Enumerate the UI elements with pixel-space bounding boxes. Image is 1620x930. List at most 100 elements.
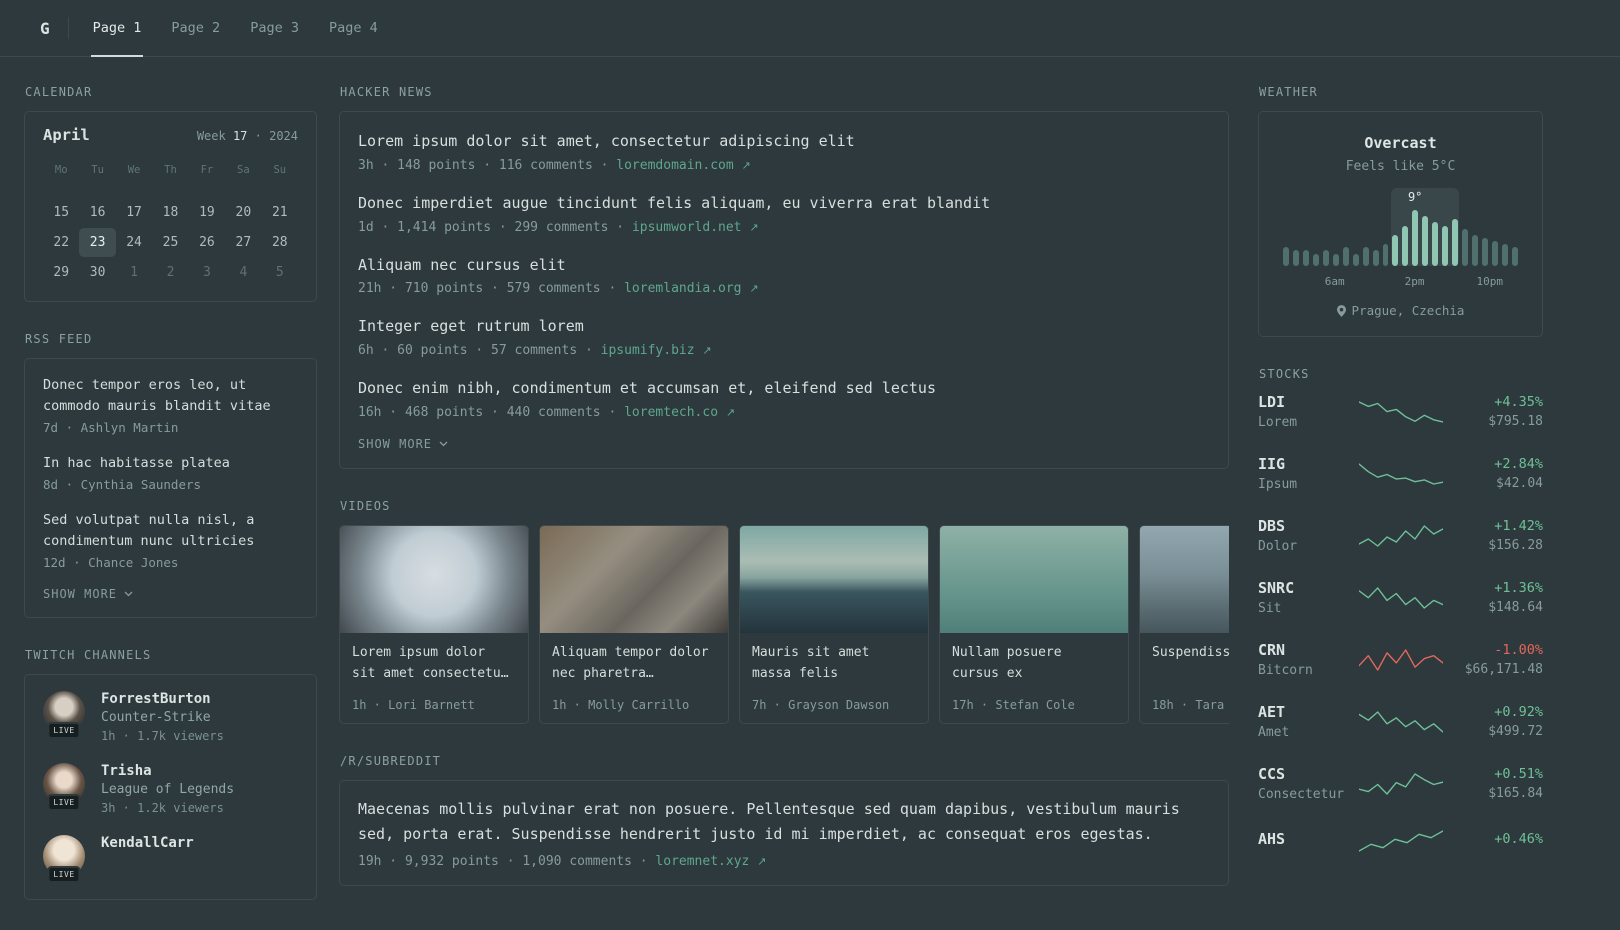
top-nav: G Page 1 Page 2 Page 3 Page 4	[0, 0, 1620, 57]
twitch-channel-info: Trisha League of Legends 3h · 1.2k viewe…	[101, 763, 234, 815]
stock-row[interactable]: DBS Dolor +1.42% $156.28	[1258, 517, 1543, 554]
calendar-day: 4	[239, 265, 248, 280]
video-card[interactable]: Mauris sit amet massa felis 7h · Grayson…	[739, 524, 929, 724]
rss-item-title[interactable]: In hac habitasse platea	[43, 453, 298, 474]
stock-sparkline	[1354, 646, 1447, 674]
hn-item-meta: 1d · 1,414 points · 299 comments · ipsum…	[358, 220, 1210, 235]
video-card[interactable]: Suspendisse diam 18h · Tara	[1139, 524, 1229, 724]
nav-tab-page-1[interactable]: Page 1	[90, 0, 144, 57]
hn-show-more-button[interactable]: SHOW MORE	[358, 437, 448, 451]
stock-row[interactable]: CRN Bitcorn -1.00% $66,171.48	[1258, 641, 1543, 678]
stock-row[interactable]: LDI Lorem +4.35% $795.18	[1258, 393, 1543, 430]
twitch-channel-name[interactable]: Trisha	[101, 763, 234, 779]
weather-bar	[1302, 250, 1309, 266]
stock-info: LDI Lorem	[1258, 393, 1354, 430]
calendar-day-header: Su	[273, 164, 287, 176]
calendar-day: 28	[271, 235, 288, 250]
video-title[interactable]: Lorem ipsum dolor sit amet consectetu…	[352, 643, 516, 692]
hn-domain-link[interactable]: loremtech.co	[624, 405, 718, 420]
weather-widget-header: WEATHER	[1259, 85, 1318, 99]
nav-tab-page-4[interactable]: Page 4	[327, 0, 380, 56]
twitch-avatar-wrap: LIVE	[43, 762, 87, 811]
hn-item-meta: 6h · 60 points · 57 comments · ipsumify.…	[358, 343, 1210, 358]
hn-domain-link[interactable]: loremlandia.org	[624, 281, 741, 296]
app-logo[interactable]: G	[40, 19, 50, 38]
weather-bar	[1442, 225, 1449, 266]
hn-item: Lorem ipsum dolor sit amet, consectetur …	[358, 131, 1210, 173]
nav-tab-page-2[interactable]: Page 2	[169, 0, 222, 56]
calendar-day: 22	[53, 235, 70, 250]
twitch-channel-name[interactable]: KendallCarr	[101, 835, 194, 851]
stock-price: $499.72	[1488, 724, 1543, 739]
hn-item-title[interactable]: Aliquam nec cursus elit	[358, 255, 1210, 277]
video-title[interactable]: Aliquam tempor dolor nec pharetra…	[552, 643, 716, 692]
twitch-channel-info: ForrestBurton Counter-Strike 1h · 1.7k v…	[101, 691, 224, 743]
hn-meta-text: 1d · 1,414 points · 299 comments ·	[358, 219, 625, 235]
hn-domain-link[interactable]: ipsumify.biz	[601, 343, 695, 358]
video-card[interactable]: Aliquam tempor dolor nec pharetra… 1h · …	[539, 524, 729, 724]
video-title[interactable]: Suspendisse diam	[1152, 643, 1229, 692]
video-card[interactable]: Nullam posuere cursus ex 17h · Stefan Co…	[939, 524, 1129, 724]
video-thumbnail[interactable]	[740, 525, 928, 633]
subreddit-domain-link[interactable]: loremnet.xyz	[655, 854, 749, 869]
hn-item-title[interactable]: Donec enim nibh, condimentum et accumsan…	[358, 378, 1210, 400]
video-meta: 17h · Stefan Cole	[952, 697, 1075, 712]
subreddit-post-title[interactable]: Maecenas mollis pulvinar erat non posuer…	[358, 797, 1210, 847]
hn-item-title[interactable]: Lorem ipsum dolor sit amet, consectetur …	[358, 131, 1210, 153]
twitch-channel-row[interactable]: LIVE Trisha League of Legends 3h · 1.2k …	[43, 762, 298, 815]
weather-time-label: 2pm	[1404, 275, 1425, 288]
weather-peak-label: 9°	[1407, 190, 1423, 204]
video-thumbnail[interactable]	[540, 525, 728, 633]
twitch-channel-row[interactable]: LIVE KendallCarr	[43, 834, 298, 883]
weather-bar	[1362, 247, 1369, 266]
calendar-day-header: Th	[164, 164, 177, 176]
calendar-day: 5	[275, 265, 284, 280]
video-title[interactable]: Mauris sit amet massa felis	[752, 643, 916, 692]
twitch-channel-name[interactable]: ForrestBurton	[101, 691, 224, 707]
stock-sparkline	[1354, 770, 1447, 798]
calendar-day: 19	[199, 205, 215, 220]
nav-tab-page-3[interactable]: Page 3	[248, 0, 301, 56]
external-link-icon: ↗	[725, 405, 736, 419]
calendar-day: 20	[235, 205, 252, 220]
stock-change: +0.51%	[1494, 766, 1543, 782]
live-badge: LIVE	[47, 865, 81, 883]
calendar-day-header: Tu	[91, 164, 104, 176]
stock-row[interactable]: AHS +0.46%	[1258, 827, 1543, 855]
hn-item-title[interactable]: Donec imperdiet augue tincidunt felis al…	[358, 193, 1210, 215]
weather-bar	[1511, 247, 1518, 266]
stock-row[interactable]: CCS Consectetur +0.51% $165.84	[1258, 765, 1543, 802]
rss-item: Donec tempor eros leo, ut commodo mauris…	[43, 375, 298, 435]
hn-domain-link[interactable]: loremdomain.com	[616, 158, 733, 173]
rss-item-title[interactable]: Donec tempor eros leo, ut commodo mauris…	[43, 375, 298, 417]
stock-row[interactable]: IIG Ipsum +2.84% $42.04	[1258, 455, 1543, 492]
rss-show-more-button[interactable]: SHOW MORE	[43, 587, 133, 601]
hn-item: Aliquam nec cursus elit 21h · 710 points…	[358, 255, 1210, 297]
stock-info: CRN Bitcorn	[1258, 641, 1354, 678]
video-card[interactable]: Lorem ipsum dolor sit amet consectetu… 1…	[339, 524, 529, 724]
external-link-icon: ↗	[749, 220, 759, 234]
stock-name: Consectetur	[1258, 787, 1345, 802]
stock-row[interactable]: SNRC Sit +1.36% $148.64	[1258, 579, 1543, 616]
hn-item-title[interactable]: Integer eget rutrum lorem	[358, 316, 1210, 338]
stock-row[interactable]: AET Amet +0.92% $499.72	[1258, 703, 1543, 740]
hn-domain-link[interactable]: ipsumworld.net	[632, 220, 742, 235]
video-thumbnail[interactable]	[1140, 525, 1229, 633]
stock-sparkline	[1354, 398, 1447, 426]
weather-bar	[1322, 250, 1329, 266]
weather-bar	[1392, 234, 1399, 266]
stock-symbol: AET	[1258, 703, 1286, 721]
weather-bar	[1292, 250, 1299, 266]
twitch-channel-row[interactable]: LIVE ForrestBurton Counter-Strike 1h · 1…	[43, 690, 298, 743]
rss-item-title[interactable]: Sed volutpat nulla nisl, a condimentum n…	[43, 510, 298, 552]
weather-bar	[1432, 222, 1439, 266]
video-thumbnail[interactable]	[940, 525, 1128, 633]
weather-bar	[1472, 234, 1479, 266]
stock-name: Sit	[1258, 601, 1282, 616]
video-thumbnail[interactable]	[340, 525, 528, 633]
stock-name: Lorem	[1258, 415, 1298, 430]
external-link-icon: ↗	[741, 158, 751, 172]
calendar-day: 29	[53, 265, 70, 280]
nav-divider	[67, 17, 69, 39]
video-title[interactable]: Nullam posuere cursus ex	[952, 643, 1116, 692]
